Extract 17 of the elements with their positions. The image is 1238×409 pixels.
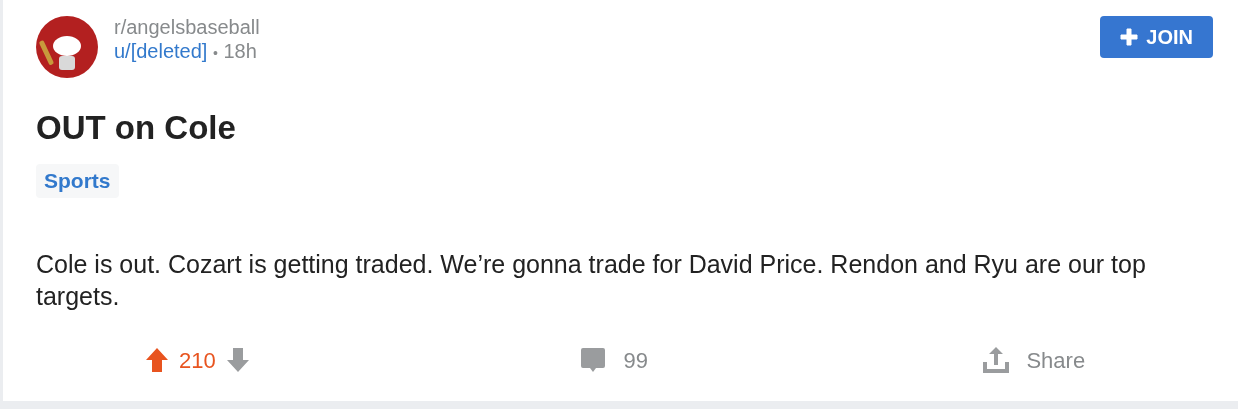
post-time: 18h [223,40,257,62]
post-body: Cole is out. Cozart is getting traded. We’re gonna trade for David Price. Rendon and Ryu are our top targets. [36,248,1147,312]
share-button[interactable]: Share [1026,343,1086,377]
vote-score: 210 [179,346,216,375]
comment-icon[interactable] [579,347,606,373]
author-link[interactable]: u/[deleted] [114,40,208,62]
comment-count[interactable]: 99 [623,343,649,377]
flair-tag[interactable]: Sports [36,164,119,198]
upvote-icon[interactable] [145,347,169,373]
share-icon[interactable] [982,346,1011,374]
plus-icon [1120,28,1139,46]
join-button[interactable]: JOIN [1100,16,1213,58]
subreddit-link[interactable]: r/angelsbaseball [114,15,260,39]
downvote-icon[interactable] [225,347,250,373]
avatar-icon [36,16,98,78]
post-title: OUT on Cole [36,108,237,148]
separator-dot: • [213,45,218,61]
